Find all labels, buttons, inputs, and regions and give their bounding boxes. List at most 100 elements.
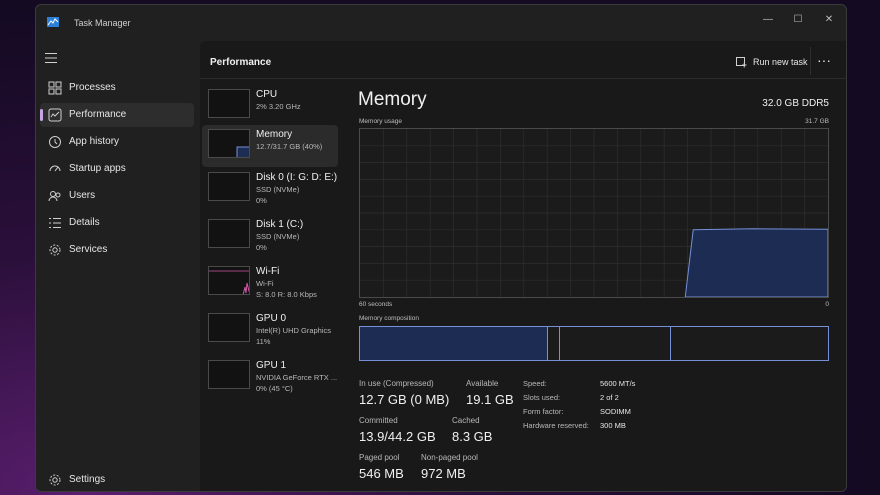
device-item-gpu-0[interactable]: GPU 0 Intel(R) UHD Graphics 11% bbox=[202, 309, 338, 351]
device-sub: Wi-Fi bbox=[256, 279, 274, 288]
committed-label: Committed bbox=[359, 416, 398, 425]
graph-time-left: 60 seconds bbox=[359, 301, 393, 308]
gpu-1-thumbnail bbox=[208, 360, 250, 389]
hamburger-menu-icon[interactable] bbox=[45, 53, 57, 63]
composition-standby bbox=[560, 327, 671, 360]
memory-composition-bar bbox=[359, 326, 829, 361]
wifi-thumbnail-graph bbox=[209, 270, 249, 294]
in-use-value: 12.7 GB (0 MB) bbox=[359, 392, 450, 407]
run-new-task-icon bbox=[736, 56, 747, 67]
device-name: Disk 0 (I: G: D: E:) bbox=[256, 172, 338, 183]
device-sub2: 0% (45 °C) bbox=[256, 384, 293, 393]
slots-key: Slots used: bbox=[523, 393, 561, 402]
device-item-cpu[interactable]: CPU 2% 3.20 GHz bbox=[202, 85, 338, 127]
device-sub: SSD (NVMe) bbox=[256, 232, 300, 241]
slots-value: 2 of 2 bbox=[600, 393, 619, 402]
more-options-button[interactable]: ··· bbox=[810, 50, 838, 74]
nav-item-app-history[interactable]: App history bbox=[40, 130, 194, 154]
nav-item-label: Settings bbox=[69, 474, 106, 485]
available-value: 19.1 GB bbox=[466, 392, 514, 407]
cpu-thumbnail bbox=[208, 89, 250, 118]
device-item-disk-0[interactable]: Disk 0 (I: G: D: E:) SSD (NVMe) 0% bbox=[202, 168, 338, 210]
nav-item-settings[interactable]: Settings bbox=[40, 468, 194, 491]
speed-value: 5600 MT/s bbox=[600, 379, 636, 388]
non-paged-pool-value: 972 MB bbox=[421, 466, 466, 481]
task-manager-app-icon bbox=[47, 17, 59, 27]
minimize-button[interactable]: — bbox=[758, 10, 778, 30]
device-item-memory[interactable]: Memory 12.7/31.7 GB (40%) bbox=[202, 125, 338, 167]
composition-modified bbox=[550, 327, 560, 360]
nav-item-details[interactable]: Details bbox=[40, 211, 194, 235]
memory-title: Memory bbox=[358, 89, 427, 110]
nav-item-services[interactable]: Services bbox=[40, 238, 194, 262]
run-new-task-button[interactable]: Run new task bbox=[736, 53, 808, 71]
memory-spec: 32.0 GB DDR5 bbox=[762, 98, 829, 109]
details-icon bbox=[49, 218, 61, 228]
maximize-button[interactable]: ☐ bbox=[788, 10, 808, 30]
wifi-thumbnail bbox=[208, 266, 250, 295]
non-paged-pool-label: Non-paged pool bbox=[421, 453, 478, 462]
device-name: CPU bbox=[256, 89, 278, 100]
title-bar: Task Manager — ☐ ✕ bbox=[36, 5, 846, 41]
header-divider bbox=[200, 78, 846, 79]
cpu-thumbnail-graph bbox=[209, 90, 250, 118]
gpu-0-thumbnail bbox=[208, 313, 250, 342]
paged-pool-label: Paged pool bbox=[359, 453, 400, 462]
cached-label: Cached bbox=[452, 416, 480, 425]
device-name: Wi-Fi bbox=[256, 266, 280, 277]
available-label: Available bbox=[466, 379, 499, 388]
memory-usage-max: 31.7 GB bbox=[805, 118, 829, 125]
memory-thumbnail bbox=[208, 129, 250, 158]
nav-item-label: Users bbox=[69, 190, 96, 201]
nav-item-performance[interactable]: Performance bbox=[40, 103, 194, 127]
window-title: Task Manager bbox=[74, 18, 131, 28]
nav-item-label: Processes bbox=[69, 82, 116, 93]
composition-in-use bbox=[360, 327, 548, 360]
committed-value: 13.9/44.2 GB bbox=[359, 429, 436, 444]
app-history-icon bbox=[49, 136, 61, 148]
graph-time-right: 0 bbox=[825, 301, 829, 308]
device-item-gpu-1[interactable]: GPU 1 NVIDIA GeForce RTX ... 0% (45 °C) bbox=[202, 356, 338, 398]
device-sub: SSD (NVMe) bbox=[256, 185, 300, 194]
cached-value: 8.3 GB bbox=[452, 429, 493, 444]
nav-item-label: Services bbox=[69, 244, 108, 255]
memory-composition-label: Memory composition bbox=[359, 315, 419, 322]
device-item-wifi[interactable]: Wi-Fi Wi-Fi S: 8.0 R: 8.0 Kbps bbox=[202, 262, 338, 304]
close-button[interactable]: ✕ bbox=[819, 10, 839, 30]
performance-content: Performance Run new task ··· CPU 2% 3.20… bbox=[200, 41, 846, 491]
memory-usage-graph bbox=[359, 128, 829, 298]
nav-item-label: Performance bbox=[69, 109, 127, 120]
selection-indicator bbox=[40, 109, 43, 121]
form-factor-key: Form factor: bbox=[523, 407, 564, 416]
hardware-reserved-value: 300 MB bbox=[600, 421, 626, 430]
device-sub: Intel(R) UHD Graphics bbox=[256, 326, 332, 335]
composition-free bbox=[671, 327, 828, 360]
startup-apps-icon bbox=[49, 165, 61, 172]
nav-item-label: App history bbox=[69, 136, 120, 147]
device-sub: 12.7/31.7 GB (40%) bbox=[256, 142, 323, 151]
nav-item-label: Startup apps bbox=[69, 163, 126, 174]
device-name: Memory bbox=[256, 129, 293, 140]
device-name: GPU 0 bbox=[256, 313, 287, 324]
nav-item-processes[interactable]: Processes bbox=[40, 76, 194, 100]
paged-pool-value: 546 MB bbox=[359, 466, 404, 481]
memory-usage-label: Memory usage bbox=[359, 118, 402, 125]
nav-item-label: Details bbox=[69, 217, 100, 228]
device-item-disk-1[interactable]: Disk 1 (C:) SSD (NVMe) 0% bbox=[202, 215, 338, 257]
processes-icon bbox=[48, 81, 62, 95]
device-name: Disk 1 (C:) bbox=[256, 219, 304, 230]
performance-icon bbox=[48, 108, 62, 122]
settings-gear-icon bbox=[49, 474, 61, 486]
memory-thumbnail-graph bbox=[236, 146, 249, 157]
form-factor-value: SODIMM bbox=[600, 407, 631, 416]
device-sub: NVIDIA GeForce RTX ... bbox=[256, 373, 338, 382]
in-use-label: In use (Compressed) bbox=[359, 379, 434, 388]
speed-key: Speed: bbox=[523, 379, 547, 388]
nav-item-users[interactable]: Users bbox=[40, 184, 194, 208]
services-icon bbox=[49, 244, 61, 256]
device-sub2: 11% bbox=[256, 337, 271, 346]
page-title: Performance bbox=[210, 57, 272, 68]
nav-item-startup-apps[interactable]: Startup apps bbox=[40, 157, 194, 181]
run-new-task-label: Run new task bbox=[753, 57, 808, 67]
hardware-reserved-key: Hardware reserved: bbox=[523, 421, 589, 430]
